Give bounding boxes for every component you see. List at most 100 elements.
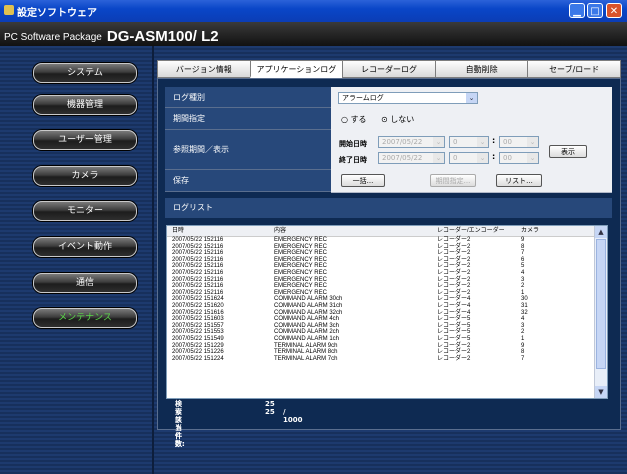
log-list[interactable]: 日時 内容 レコーダー/エンコーダー カメラ 2007/05/22 152116… <box>166 225 608 399</box>
log-cell-datetime: 2007/05/22 152116 <box>172 263 224 270</box>
sidebar-divider <box>152 46 154 474</box>
end-min-value: 00 <box>503 154 512 162</box>
maximize-button[interactable]: □ <box>587 3 603 18</box>
log-cell-content: TERMINAL ALARM 9ch <box>274 342 338 349</box>
log-row[interactable]: 2007/05/22 152116 EMERGENCY REC レコーダー2 2 <box>167 283 594 290</box>
save-all-button[interactable]: 一括... <box>341 174 385 187</box>
log-cell-datetime: 2007/05/22 152116 <box>172 243 224 250</box>
nav-monitor-button[interactable]: モニター <box>33 201 137 221</box>
product-prefix: PC Software Package <box>4 32 102 43</box>
end-hour-select[interactable]: 0 ⌄ <box>449 152 489 164</box>
nav-system-button[interactable]: システム <box>33 63 137 83</box>
scroll-up-icon[interactable]: ▲ <box>595 226 607 238</box>
log-row[interactable]: 2007/05/22 152116 EMERGENCY REC レコーダー2 1 <box>167 290 594 297</box>
period-on-label: する <box>350 115 367 124</box>
log-cell-content: COMMAND ALARM 31ch <box>274 302 343 309</box>
log-row[interactable]: 2007/05/22 151549 COMMAND ALARM 1ch レコーダー5… <box>167 336 594 343</box>
log-row[interactable]: 2007/05/22 151603 COMMAND ALARM 4ch レコーダー5… <box>167 316 594 323</box>
scroll-down-icon[interactable]: ▼ <box>595 386 607 398</box>
log-cell-recorder: レコーダー2 <box>437 355 471 362</box>
save-label: 保存 <box>165 170 331 192</box>
log-row[interactable]: 2007/05/22 151553 COMMAND ALARM 2ch レコーダー5… <box>167 329 594 336</box>
log-cell-datetime: 2007/05/22 151553 <box>172 329 224 336</box>
save-period-button[interactable]: 期間指定... <box>430 174 476 187</box>
chevron-down-icon: ⌄ <box>466 93 477 103</box>
log-row[interactable]: 2007/05/22 151229 TERMINAL ALARM 9ch レコーダー… <box>167 343 594 350</box>
log-cell-camera: 2 <box>521 283 525 290</box>
log-row[interactable]: 2007/05/22 151616 COMMAND ALARM 32ch レコーダー… <box>167 310 594 317</box>
tab-app-log[interactable]: アプリケーションログ <box>249 60 343 78</box>
log-row[interactable]: 2007/05/22 152116 EMERGENCY REC レコーダー2 9 <box>167 237 594 244</box>
tab-version[interactable]: バージョン情報 <box>157 60 250 78</box>
log-row[interactable]: 2007/05/22 152116 EMERGENCY REC レコーダー2 6 <box>167 257 594 264</box>
nav-maintenance-button[interactable]: メンテナンス <box>33 308 137 328</box>
app-icon <box>4 5 14 15</box>
log-row[interactable]: 2007/05/22 152116 EMERGENCY REC レコーダー2 8 <box>167 244 594 251</box>
list-count-label: リスト件数: <box>175 408 185 448</box>
start-min-select[interactable]: 00 ⌄ <box>499 136 539 148</box>
log-cell-content: EMERGENCY REC <box>274 250 327 257</box>
period-off-radio[interactable]: ⊙ しない <box>381 114 414 125</box>
start-date-value: 2007/05/22 <box>382 138 423 146</box>
log-cell-recorder: レコーダー2 <box>437 269 471 276</box>
found-count-value: 25 <box>265 400 275 408</box>
log-row[interactable]: 2007/05/22 152116 EMERGENCY REC レコーダー2 3 <box>167 277 594 284</box>
log-row[interactable]: 2007/05/22 151224 TERMINAL ALARM 7ch レコーダー… <box>167 356 594 363</box>
period-cell: ○ する ⊙ しない <box>331 108 612 131</box>
nav-comm-button[interactable]: 通信 <box>33 273 137 293</box>
period-on-radio[interactable]: ○ する <box>341 114 367 125</box>
nav-user-button[interactable]: ユーザー管理 <box>33 130 137 150</box>
nav-device-button[interactable]: 機器管理 <box>33 95 137 115</box>
log-row[interactable]: 2007/05/22 151620 COMMAND ALARM 31ch レコーダー… <box>167 303 594 310</box>
log-table: 日時 内容 レコーダー/エンコーダー カメラ 2007/05/22 152116… <box>167 226 594 362</box>
col-recorder[interactable]: レコーダー/エンコーダー <box>437 226 505 236</box>
chevron-down-icon: ⌄ <box>477 153 488 163</box>
log-row[interactable]: 2007/05/22 151557 COMMAND ALARM 3ch レコーダー5… <box>167 323 594 330</box>
period-off-label: しない <box>390 115 415 124</box>
log-cell-datetime: 2007/05/22 152116 <box>172 289 224 296</box>
log-type-cell: アラームログ ⌄ <box>331 87 612 109</box>
chevron-down-icon: ⌄ <box>433 137 444 147</box>
close-button[interactable]: ✕ <box>606 3 622 18</box>
log-row[interactable]: 2007/05/22 151226 TERMINAL ALARM 8ch レコーダー… <box>167 349 594 356</box>
log-cell-recorder: レコーダー4 <box>437 302 471 309</box>
log-row[interactable]: 2007/05/22 152116 EMERGENCY REC レコーダー2 4 <box>167 270 594 277</box>
start-hour-select[interactable]: 0 ⌄ <box>449 136 489 148</box>
ref-period-cell: 開始日時 2007/05/22 ⌄ 0 ⌄ : 00 ⌄ 終了日時 2007/05/2… <box>331 130 612 171</box>
show-button[interactable]: 表示 <box>549 145 587 158</box>
chevron-down-icon: ⌄ <box>477 137 488 147</box>
log-row[interactable]: 2007/05/22 152116 EMERGENCY REC レコーダー2 7 <box>167 250 594 257</box>
start-date-select[interactable]: 2007/05/22 ⌄ <box>378 136 445 148</box>
tab-auto-delete[interactable]: 自動削除 <box>434 60 528 78</box>
nav-event-button[interactable]: イベント動作 <box>33 237 137 257</box>
minimize-button[interactable]: ▁ <box>569 3 585 18</box>
col-datetime[interactable]: 日時 <box>172 226 184 236</box>
scroll-thumb[interactable] <box>596 239 606 369</box>
log-cell-camera: 7 <box>521 355 525 362</box>
log-row[interactable]: 2007/05/22 152116 EMERGENCY REC レコーダー2 5 <box>167 263 594 270</box>
ref-period-row: 参照期間／表示 開始日時 2007/05/22 ⌄ 0 ⌄ : 00 ⌄ 終了日時 2… <box>165 130 612 171</box>
chevron-down-icon: ⌄ <box>433 153 444 163</box>
start-label: 開始日時 <box>339 140 367 148</box>
log-cell-content: EMERGENCY REC <box>274 269 327 276</box>
period-row: 期間指定 ○ する ⊙ しない <box>165 108 612 131</box>
log-cell-recorder: レコーダー2 <box>437 283 471 290</box>
log-cell-camera: 30 <box>521 296 528 303</box>
log-cell-content: EMERGENCY REC <box>274 276 327 283</box>
col-content[interactable]: 内容 <box>274 226 286 236</box>
nav-camera-button[interactable]: カメラ <box>33 166 137 186</box>
log-cell-camera: 31 <box>521 302 528 309</box>
tab-save-load[interactable]: セーブ/ロード <box>527 60 621 78</box>
log-row[interactable]: 2007/05/22 151624 COMMAND ALARM 30ch レコーダー… <box>167 296 594 303</box>
list-button[interactable]: リスト... <box>496 174 542 187</box>
ref-period-label: 参照期間／表示 <box>165 130 331 170</box>
end-date-select[interactable]: 2007/05/22 ⌄ <box>378 152 445 164</box>
log-cell-camera: 2 <box>521 329 525 336</box>
log-cell-recorder: レコーダー5 <box>437 329 471 336</box>
log-type-select[interactable]: アラームログ ⌄ <box>338 92 478 104</box>
end-min-select[interactable]: 00 ⌄ <box>499 152 539 164</box>
log-scrollbar[interactable]: ▲ ▼ <box>594 226 607 398</box>
col-camera[interactable]: カメラ <box>521 226 539 236</box>
save-cell: 一括... 期間指定... リスト... <box>331 170 612 193</box>
tab-recorder-log[interactable]: レコーダーログ <box>342 60 435 78</box>
